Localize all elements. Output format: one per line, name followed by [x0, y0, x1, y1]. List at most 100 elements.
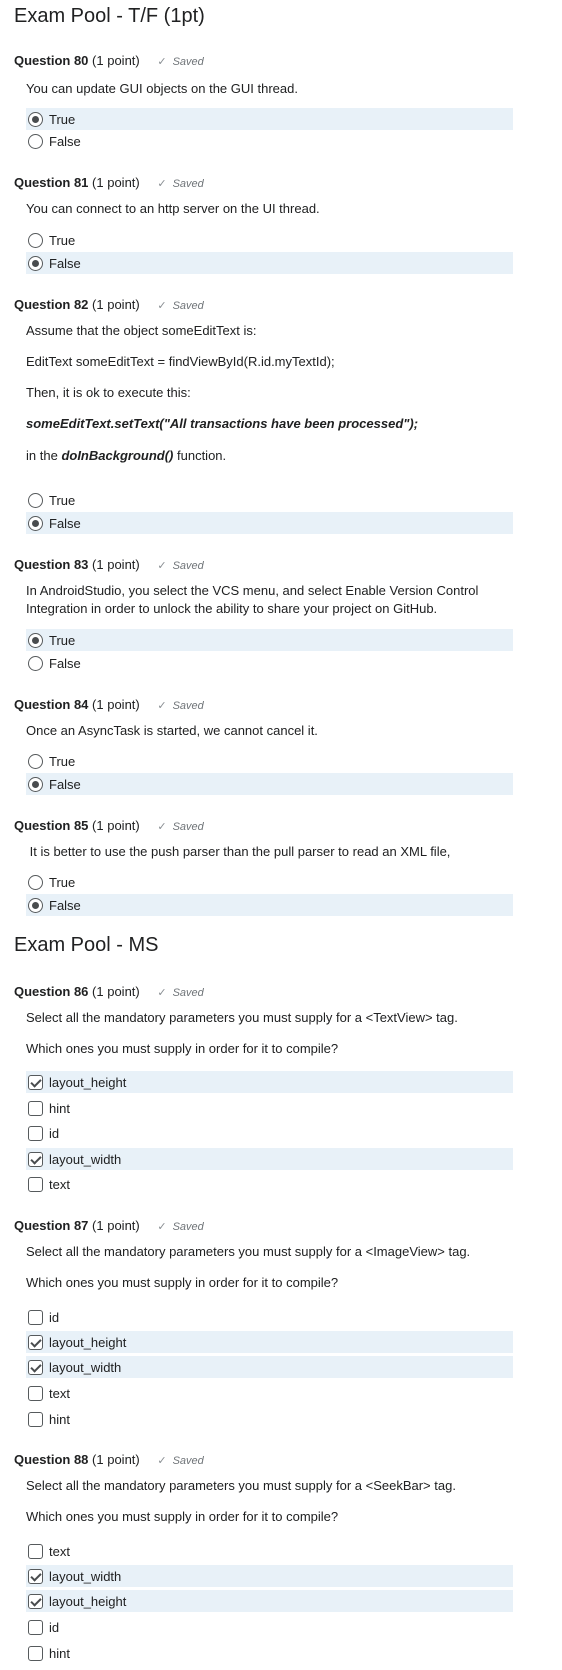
check-icon: ✓	[157, 560, 167, 572]
option-layout-height[interactable]: layout_height	[26, 1331, 513, 1353]
checkbox[interactable]	[28, 1619, 43, 1635]
option-false[interactable]: False	[26, 652, 513, 674]
saved-status: ✓ Saved	[157, 300, 203, 312]
option-true[interactable]: True	[26, 108, 513, 130]
option-layout-width[interactable]: layout_width	[26, 1148, 513, 1170]
radio-button[interactable]	[28, 874, 43, 890]
option-false[interactable]: False	[26, 773, 513, 795]
saved-status: ✓ Saved	[157, 1221, 203, 1233]
option-label: False	[49, 776, 81, 792]
question-header: Question 84 (1 point) ✓ Saved	[14, 696, 204, 715]
saved-label: Saved	[172, 700, 204, 712]
question-text: It is better to use the push parser than…	[26, 844, 451, 859]
radio-button[interactable]	[28, 515, 43, 531]
option-hint[interactable]: hint	[26, 1408, 513, 1430]
question-number: Question 84	[14, 697, 89, 712]
option-label: text	[49, 1385, 70, 1401]
question-text: In AndroidStudio, you select the VCS men…	[26, 583, 479, 616]
checkbox[interactable]	[28, 1309, 43, 1325]
check-icon: ✓	[157, 1455, 167, 1467]
option-true[interactable]: True	[26, 750, 513, 772]
checkbox[interactable]	[28, 1074, 43, 1090]
option-label: True	[49, 111, 76, 127]
option-true[interactable]: True	[26, 629, 513, 651]
checkbox[interactable]	[28, 1125, 43, 1141]
radio-button[interactable]	[28, 655, 43, 671]
saved-status: ✓ Saved	[157, 178, 203, 190]
question-text: You can update GUI objects on the GUI th…	[26, 81, 298, 96]
option-true[interactable]: True	[26, 489, 513, 511]
question-points: (1 point)	[92, 175, 140, 190]
question-number: Question 81	[14, 175, 89, 190]
option-label: text	[49, 1176, 70, 1192]
radio-button[interactable]	[28, 776, 43, 792]
option-layout-width[interactable]: layout_width	[26, 1565, 513, 1587]
saved-label: Saved	[172, 560, 204, 572]
checkbox[interactable]	[28, 1411, 43, 1427]
option-layout-height[interactable]: layout_height	[26, 1590, 513, 1612]
option-label: True	[49, 632, 76, 648]
option-label: layout_width	[49, 1151, 122, 1167]
question-points: (1 point)	[92, 1218, 140, 1233]
question-header: Question 82 (1 point) ✓ Saved	[14, 296, 204, 315]
option-label: True	[49, 874, 76, 890]
question-text: You can connect to an http server on the…	[26, 201, 320, 216]
saved-label: Saved	[172, 178, 204, 190]
radio-button[interactable]	[28, 255, 43, 271]
radio-button[interactable]	[28, 232, 43, 248]
option-label: text	[49, 1543, 70, 1559]
option-hint[interactable]: hint	[26, 1097, 513, 1119]
option-false[interactable]: False	[26, 252, 513, 274]
option-layout-height[interactable]: layout_height	[26, 1071, 513, 1093]
option-label: id	[49, 1125, 60, 1141]
option-true[interactable]: True	[26, 229, 513, 251]
option-false[interactable]: False	[26, 894, 513, 916]
question-number: Question 83	[14, 557, 89, 572]
checkbox[interactable]	[28, 1543, 43, 1559]
option-label: layout_height	[49, 1074, 127, 1090]
option-text[interactable]: text	[26, 1540, 513, 1562]
checkbox[interactable]	[28, 1151, 43, 1167]
question-header: Question 85 (1 point) ✓ Saved	[14, 817, 204, 836]
option-text[interactable]: text	[26, 1382, 513, 1404]
saved-label: Saved	[172, 300, 204, 312]
option-false[interactable]: False	[26, 130, 513, 152]
question-points: (1 point)	[92, 297, 140, 312]
question-number: Question 85	[14, 818, 89, 833]
checkbox[interactable]	[28, 1568, 43, 1584]
option-layout-width[interactable]: layout_width	[26, 1356, 513, 1378]
checkbox[interactable]	[28, 1334, 43, 1350]
option-true[interactable]: True	[26, 871, 513, 893]
question-text: Select all the mandatory parameters you …	[26, 1010, 458, 1025]
radio-button[interactable]	[28, 111, 43, 127]
checkbox[interactable]	[28, 1359, 43, 1375]
check-icon: ✓	[157, 178, 167, 190]
option-id[interactable]: id	[26, 1122, 513, 1144]
check-icon: ✓	[157, 300, 167, 312]
option-id[interactable]: id	[26, 1306, 513, 1328]
option-text[interactable]: text	[26, 1173, 513, 1195]
checkbox[interactable]	[28, 1593, 43, 1609]
question-header: Question 83 (1 point) ✓ Saved	[14, 556, 204, 575]
section-title: Exam Pool - MS	[14, 934, 159, 956]
text-suffix: function.	[177, 448, 227, 463]
option-false[interactable]: False	[26, 512, 513, 534]
question-header: Question 81 (1 point) ✓ Saved	[14, 174, 204, 193]
radio-button[interactable]	[28, 632, 43, 648]
radio-button[interactable]	[28, 897, 43, 913]
option-label: layout_width	[49, 1359, 122, 1375]
checkbox[interactable]	[28, 1645, 43, 1661]
radio-button[interactable]	[28, 492, 43, 508]
radio-button[interactable]	[28, 753, 43, 769]
option-hint[interactable]: hint	[26, 1642, 513, 1664]
question-text: Assume that the object someEditText is:	[26, 323, 257, 338]
saved-label: Saved	[172, 821, 204, 833]
check-icon: ✓	[157, 821, 167, 833]
checkbox[interactable]	[28, 1100, 43, 1116]
option-id[interactable]: id	[26, 1616, 513, 1638]
radio-button[interactable]	[28, 133, 43, 149]
check-icon: ✓	[157, 987, 167, 999]
checkbox[interactable]	[28, 1385, 43, 1401]
checkbox[interactable]	[28, 1176, 43, 1192]
question-text: Which ones you must supply in order for …	[26, 1041, 339, 1056]
